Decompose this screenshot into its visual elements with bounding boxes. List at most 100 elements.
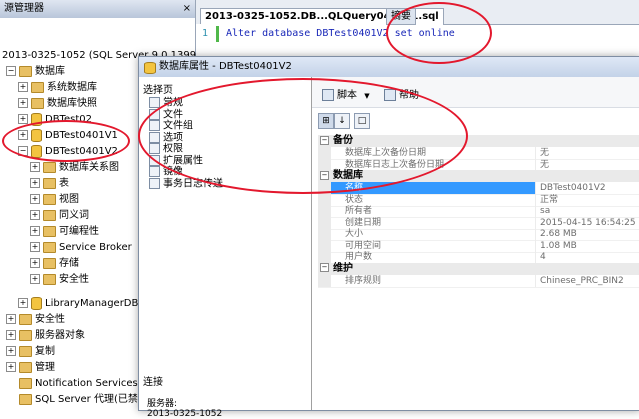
tree-node-label: 系统数据库 (47, 82, 97, 93)
page-item[interactable]: 扩展属性 (149, 154, 203, 167)
expand-icon[interactable]: + (18, 114, 28, 124)
tree-node[interactable]: + 安全性 (6, 312, 65, 327)
expand-icon[interactable]: + (6, 346, 16, 356)
collapse-icon[interactable]: − (320, 135, 329, 145)
property-value: Chinese_PRC_BIN2 (535, 274, 639, 287)
page-icon (149, 131, 160, 143)
page-item-label: 权限 (163, 143, 183, 155)
property-pages-icon[interactable]: □ (354, 113, 370, 129)
script-label: 脚本 (337, 90, 357, 101)
page-item[interactable]: 文件 (149, 108, 183, 121)
properties-panel: 脚本 ▼ 帮助 ⊞ ↓ □ − 备份 数据库上次备份日期无数据库日志上次备份日期无 −… (312, 77, 639, 410)
expand-icon[interactable]: + (18, 298, 28, 308)
tree-node-label: DBTest0401V1 (45, 130, 118, 141)
folder-icon (43, 241, 56, 253)
property-category[interactable]: − 维护 (318, 262, 639, 275)
property-name: 排序规则 (318, 274, 535, 287)
property-value: DBTest0401V2 (535, 182, 639, 194)
folder-icon (19, 361, 32, 373)
script-button[interactable]: 脚本 ▼ (322, 86, 370, 101)
tree-node[interactable]: + DBTest02 (18, 112, 92, 127)
expand-icon[interactable]: + (30, 242, 40, 252)
tree-node[interactable]: + 管理 (6, 360, 55, 375)
page-item[interactable]: 镜像 (149, 166, 183, 178)
chevron-down-icon[interactable]: ▼ (364, 92, 369, 100)
tree-node[interactable]: + 数据库关系图 (30, 160, 119, 175)
page-item[interactable]: 权限 (149, 143, 183, 155)
tree-node[interactable]: − 数据库 (6, 64, 65, 79)
collapse-icon[interactable]: − (6, 66, 16, 76)
server-value: 2013-0325-1052 (147, 409, 223, 419)
expand-icon[interactable]: + (30, 194, 40, 204)
property-value: 2015-04-15 16:54:25 (535, 216, 639, 229)
expand-icon[interactable]: + (6, 362, 16, 372)
tree-node[interactable]: + 服务器对象 (6, 328, 85, 343)
page-item-label: 扩展属性 (163, 155, 203, 166)
expand-icon[interactable]: + (18, 98, 28, 108)
page-item[interactable]: 常规 (149, 97, 183, 109)
property-name: 数据库日志上次备份日期 (318, 158, 535, 171)
expand-icon[interactable]: + (30, 210, 40, 220)
tab-summary[interactable]: 摘要 (386, 8, 416, 25)
tree-node[interactable]: + LibraryManagerDB (18, 296, 138, 311)
object-explorer-title: 源管理器 × (0, 0, 195, 18)
page-icon (149, 166, 160, 177)
tree-node[interactable]: − DBTest0401V2 (18, 144, 118, 159)
page-item[interactable]: 事务日志传送 (149, 177, 223, 190)
tree-node[interactable]: + DBTest0401V1 (18, 128, 118, 143)
expand-icon[interactable]: + (6, 330, 16, 340)
expand-icon[interactable]: + (30, 162, 40, 172)
tree-node[interactable]: + 可编程性 (30, 224, 99, 239)
property-name: 状态 (318, 193, 535, 206)
folder-icon (19, 65, 32, 77)
expand-icon[interactable]: + (30, 258, 40, 268)
code-line[interactable]: Alter database DBTest0401V2 set online (226, 28, 455, 39)
folder-icon (19, 345, 32, 357)
tree-node[interactable]: + Service Broker (30, 240, 132, 255)
folder-icon (43, 209, 56, 221)
tree-node[interactable]: + 存储 (30, 256, 79, 271)
connection-server: 服务器: 2013-0325-1052 (147, 399, 222, 419)
tree-node-label: 安全性 (59, 274, 89, 285)
collapse-icon[interactable]: − (320, 170, 329, 180)
page-item[interactable]: 选项 (149, 131, 183, 144)
database-properties-dialog: 数据库属性 - DBTest0401V2 选择页 常规 文件 文件组 选项 权限 扩展属性… (138, 56, 639, 419)
property-row[interactable]: 排序规则 Chinese_PRC_BIN2 (318, 274, 639, 288)
tree-node[interactable]: + 同义词 (30, 208, 89, 223)
property-category[interactable]: − 数据库 (318, 170, 639, 182)
page-selector-panel: 选择页 常规 文件 文件组 选项 权限 扩展属性 镜像 事务日志传送 连接 服务器: 2013… (139, 77, 312, 419)
tree-node-label: 复制 (35, 346, 55, 357)
expand-icon[interactable]: + (6, 314, 16, 324)
help-button[interactable]: 帮助 (384, 86, 419, 101)
query-editor: 2013-0325-1052.DB...QLQuery041501.sql 摘要… (196, 0, 639, 60)
tree-node[interactable]: + 安全性 (30, 272, 89, 287)
database-icon (31, 112, 42, 126)
tree-node[interactable]: + 系统数据库 (18, 80, 97, 95)
folder-icon (43, 225, 56, 237)
expand-icon[interactable]: + (30, 226, 40, 236)
property-name: 大小 (318, 228, 535, 240)
tree-node[interactable]: + 视图 (30, 192, 79, 207)
categorized-icon[interactable]: ⊞ (318, 113, 334, 129)
expand-icon[interactable]: + (18, 82, 28, 92)
folder-icon (19, 329, 32, 341)
tree-node[interactable]: + 复制 (6, 344, 55, 359)
expand-icon[interactable]: + (18, 130, 28, 140)
database-icon (144, 62, 156, 74)
tree-node[interactable]: + 表 (30, 176, 69, 191)
expand-icon[interactable]: + (30, 274, 40, 284)
sort-alphabetical-icon[interactable]: ↓ (334, 113, 350, 129)
property-category[interactable]: − 备份 (318, 135, 639, 147)
page-icon (149, 177, 160, 189)
tree-node[interactable]: + 数据库快照 (18, 96, 97, 111)
property-name: 创建日期 (318, 216, 535, 229)
property-value: 2.68 MB (535, 228, 639, 240)
tree-node[interactable]: Notification Services (6, 376, 138, 391)
property-value: 无 (535, 147, 639, 159)
expand-icon[interactable]: + (30, 178, 40, 188)
page-item[interactable]: 文件组 (149, 120, 193, 132)
collapse-icon[interactable]: − (18, 146, 28, 156)
tree-node-label: LibraryManagerDB (45, 298, 139, 309)
collapse-icon[interactable]: − (320, 263, 329, 272)
close-icon[interactable]: × (183, 0, 191, 18)
